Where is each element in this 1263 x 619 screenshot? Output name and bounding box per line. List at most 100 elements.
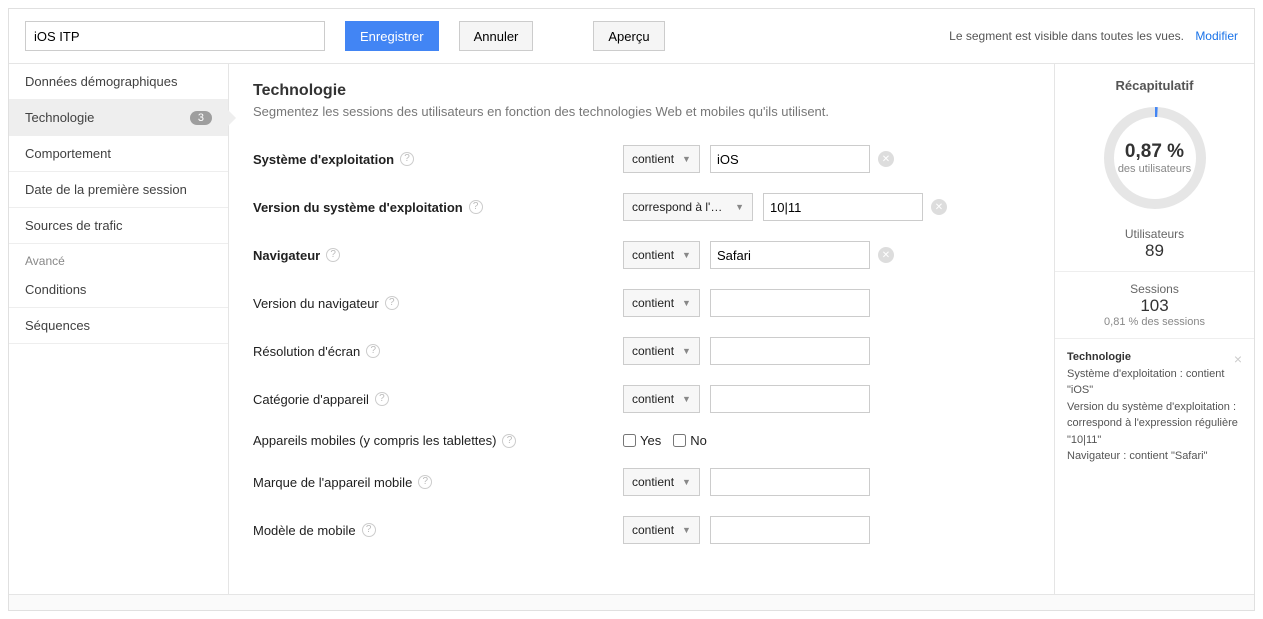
label-mobile-model: Modèle de mobile? bbox=[253, 523, 623, 538]
help-icon[interactable]: ? bbox=[362, 523, 376, 537]
op-select-screen-res[interactable]: contient▼ bbox=[623, 337, 700, 365]
sidebar-section-advanced: Avancé bbox=[9, 244, 228, 272]
checkbox-no-input[interactable] bbox=[673, 434, 686, 447]
help-icon[interactable]: ? bbox=[385, 296, 399, 310]
help-icon[interactable]: ? bbox=[375, 392, 389, 406]
caret-icon: ▼ bbox=[674, 394, 691, 404]
sidebar-item-label: Données démographiques bbox=[25, 74, 178, 89]
sidebar-item-behavior[interactable]: Comportement bbox=[9, 136, 228, 172]
help-icon[interactable]: ? bbox=[418, 475, 432, 489]
checkbox-no[interactable]: No bbox=[673, 433, 707, 448]
clear-icon[interactable]: ✕ bbox=[931, 199, 947, 215]
caret-icon: ▼ bbox=[674, 154, 691, 164]
label-os: Système d'exploitation? bbox=[253, 152, 623, 167]
row-mobile-incl: Appareils mobiles (y compris les tablett… bbox=[253, 433, 1030, 448]
header-bar: Enregistrer Annuler Aperçu Le segment es… bbox=[9, 9, 1254, 64]
segment-builder-panel: Enregistrer Annuler Aperçu Le segment es… bbox=[8, 8, 1255, 611]
change-visibility-link[interactable]: Modifier bbox=[1195, 29, 1238, 43]
tech-line: Système d'exploitation : contient "iOS" bbox=[1067, 368, 1224, 397]
op-select-mobile-brand[interactable]: contient▼ bbox=[623, 468, 700, 496]
row-device-cat: Catégorie d'appareil? contient▼ bbox=[253, 385, 1030, 413]
tech-summary-title: Technologie bbox=[1067, 351, 1131, 363]
row-mobile-model: Modèle de mobile? contient▼ bbox=[253, 516, 1030, 544]
sidebar-item-label: Séquences bbox=[25, 318, 90, 333]
value-input-os[interactable] bbox=[710, 145, 870, 173]
filter-count-badge: 3 bbox=[190, 111, 212, 125]
label-screen-res: Résolution d'écran? bbox=[253, 344, 623, 359]
row-screen-res: Résolution d'écran? contient▼ bbox=[253, 337, 1030, 365]
row-os: Système d'exploitation? contient▼ ✕ bbox=[253, 145, 1030, 173]
section-title: Technologie bbox=[253, 82, 1030, 100]
donut-label: des utilisateurs bbox=[1118, 163, 1191, 175]
sidebar-item-first-session[interactable]: Date de la première session bbox=[9, 172, 228, 208]
sidebar-item-conditions[interactable]: Conditions bbox=[9, 272, 228, 308]
sidebar-item-label: Date de la première session bbox=[25, 182, 187, 197]
caret-icon: ▼ bbox=[727, 202, 744, 212]
op-select-browser[interactable]: contient▼ bbox=[623, 241, 700, 269]
visibility-info: Le segment est visible dans toutes les v… bbox=[949, 29, 1238, 43]
value-input-mobile-brand[interactable] bbox=[710, 468, 870, 496]
close-icon[interactable]: × bbox=[1234, 349, 1242, 370]
cancel-button[interactable]: Annuler bbox=[459, 21, 534, 51]
body: Données démographiques Technologie 3 Com… bbox=[9, 64, 1254, 594]
op-select-device-cat[interactable]: contient▼ bbox=[623, 385, 700, 413]
sidebar-item-technology[interactable]: Technologie 3 bbox=[9, 100, 228, 136]
help-icon[interactable]: ? bbox=[400, 152, 414, 166]
row-browser: Navigateur? contient▼ ✕ bbox=[253, 241, 1030, 269]
caret-icon: ▼ bbox=[674, 346, 691, 356]
stat-users-value: 89 bbox=[1067, 241, 1242, 261]
sidebar-item-sequences[interactable]: Séquences bbox=[9, 308, 228, 344]
donut-percent: 0,87 % bbox=[1125, 141, 1184, 163]
op-select-mobile-model[interactable]: contient▼ bbox=[623, 516, 700, 544]
label-mobile-incl: Appareils mobiles (y compris les tablett… bbox=[253, 433, 623, 448]
row-os-version: Version du système d'exploitation? corre… bbox=[253, 193, 1030, 221]
main-content: Technologie Segmentez les sessions des u… bbox=[229, 64, 1054, 594]
tech-line: Version du système d'exploitation : corr… bbox=[1067, 401, 1238, 446]
value-input-screen-res[interactable] bbox=[710, 337, 870, 365]
caret-icon: ▼ bbox=[674, 298, 691, 308]
clear-icon[interactable]: ✕ bbox=[878, 247, 894, 263]
row-browser-version: Version du navigateur? contient▼ bbox=[253, 289, 1030, 317]
value-input-mobile-model[interactable] bbox=[710, 516, 870, 544]
sidebar-item-label: Conditions bbox=[25, 282, 86, 297]
summary-panel: Récapitulatif 0,87 % des utilisateurs Ut… bbox=[1054, 64, 1254, 594]
section-subtitle: Segmentez les sessions des utilisateurs … bbox=[253, 104, 1030, 119]
sidebar-item-label: Comportement bbox=[25, 146, 111, 161]
help-icon[interactable]: ? bbox=[326, 248, 340, 262]
segment-name-input[interactable] bbox=[25, 21, 325, 51]
clear-icon[interactable]: ✕ bbox=[878, 151, 894, 167]
caret-icon: ▼ bbox=[674, 525, 691, 535]
sidebar-item-label: Technologie bbox=[25, 110, 94, 125]
value-input-browser[interactable] bbox=[710, 241, 870, 269]
sidebar-item-demographics[interactable]: Données démographiques bbox=[9, 64, 228, 100]
checkbox-yes-input[interactable] bbox=[623, 434, 636, 447]
preview-button[interactable]: Aperçu bbox=[593, 21, 664, 51]
op-select-os-version[interactable]: correspond à l'exp...▼ bbox=[623, 193, 753, 221]
label-mobile-brand: Marque de l'appareil mobile? bbox=[253, 475, 623, 490]
stat-sessions-value: 103 bbox=[1067, 296, 1242, 316]
stat-sessions: Sessions 103 0,81 % des sessions bbox=[1067, 282, 1242, 328]
label-device-cat: Catégorie d'appareil? bbox=[253, 392, 623, 407]
help-icon[interactable]: ? bbox=[366, 344, 380, 358]
label-browser: Navigateur? bbox=[253, 248, 623, 263]
sidebar: Données démographiques Technologie 3 Com… bbox=[9, 64, 229, 594]
value-input-device-cat[interactable] bbox=[710, 385, 870, 413]
value-input-browser-version[interactable] bbox=[710, 289, 870, 317]
label-browser-version: Version du navigateur? bbox=[253, 296, 623, 311]
divider bbox=[1055, 338, 1254, 339]
caret-icon: ▼ bbox=[674, 250, 691, 260]
tech-line: Navigateur : contient "Safari" bbox=[1067, 450, 1208, 462]
save-button[interactable]: Enregistrer bbox=[345, 21, 439, 51]
stat-users: Utilisateurs 89 bbox=[1067, 227, 1242, 261]
sidebar-item-traffic-sources[interactable]: Sources de trafic bbox=[9, 208, 228, 244]
checkbox-yes[interactable]: Yes bbox=[623, 433, 661, 448]
sidebar-item-label: Sources de trafic bbox=[25, 218, 123, 233]
summary-title: Récapitulatif bbox=[1067, 78, 1242, 93]
divider bbox=[1055, 271, 1254, 272]
value-input-os-version[interactable] bbox=[763, 193, 923, 221]
op-select-browser-version[interactable]: contient▼ bbox=[623, 289, 700, 317]
help-icon[interactable]: ? bbox=[469, 200, 483, 214]
row-mobile-brand: Marque de l'appareil mobile? contient▼ bbox=[253, 468, 1030, 496]
op-select-os[interactable]: contient▼ bbox=[623, 145, 700, 173]
help-icon[interactable]: ? bbox=[502, 434, 516, 448]
